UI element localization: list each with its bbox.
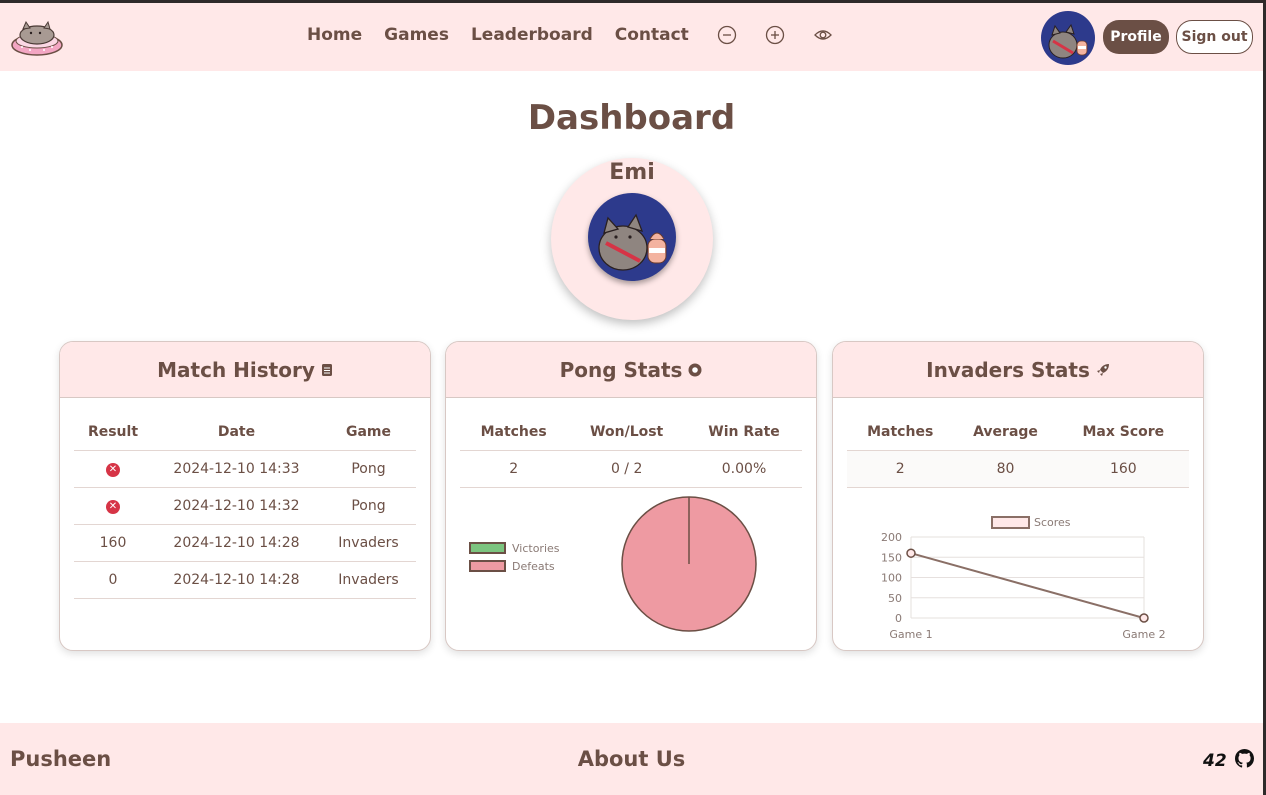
match-history-card: Match History Result Date Game ✕ 2024-12… bbox=[59, 341, 431, 651]
column-header-average: Average bbox=[953, 414, 1058, 451]
legend-label-victories: Victories bbox=[512, 541, 560, 555]
pong-stats-card: Pong Stats Matches Won/Lost Win Rate 2 0… bbox=[445, 341, 817, 651]
nav-links: Home Games Leaderboard Contact bbox=[307, 25, 833, 45]
github-icon[interactable] bbox=[1234, 749, 1254, 772]
won-lost-value: 0 / 2 bbox=[567, 450, 687, 488]
table-header-row: Matches Won/Lost Win Rate bbox=[460, 414, 802, 451]
date-cell: 2024-12-10 14:33 bbox=[152, 450, 321, 488]
column-header-date: Date bbox=[152, 414, 321, 451]
profile-button[interactable]: Profile bbox=[1103, 20, 1169, 54]
invaders-stats-table: Matches Average Max Score 2 80 160 bbox=[847, 414, 1189, 488]
data-point bbox=[1139, 612, 1149, 623]
nav-link-leaderboard[interactable]: Leaderboard bbox=[471, 25, 593, 45]
table-header-row: Matches Average Max Score bbox=[847, 414, 1189, 451]
footer-about-link[interactable]: About Us bbox=[0, 747, 1263, 771]
sign-out-button[interactable]: Sign out bbox=[1176, 20, 1253, 54]
date-cell: 2024-12-10 14:28 bbox=[152, 524, 321, 562]
win-rate-value: 0.00% bbox=[686, 450, 802, 488]
zoom-in-icon[interactable] bbox=[765, 25, 785, 45]
fail-icon: ✕ bbox=[106, 500, 120, 514]
navbar: Home Games Leaderboard Contact Profile S… bbox=[0, 3, 1263, 71]
legend-label-scores: Scores bbox=[1034, 516, 1071, 529]
invaders-stats-title: Invaders Stats bbox=[926, 357, 1090, 382]
table-row: 2 0 / 2 0.00% bbox=[460, 450, 802, 488]
42-logo-icon[interactable]: 42 bbox=[1203, 751, 1227, 771]
game-cell: Pong bbox=[321, 487, 416, 525]
table-row: 2 80 160 bbox=[847, 450, 1189, 488]
profile-username: Emi bbox=[609, 160, 655, 185]
fail-icon: ✕ bbox=[106, 463, 120, 477]
matches-value: 2 bbox=[460, 450, 568, 488]
y-tick-label: 50 bbox=[888, 591, 902, 604]
result-cell: ✕ bbox=[74, 487, 152, 525]
user-avatar[interactable] bbox=[1041, 11, 1095, 65]
column-header-win-rate: Win Rate bbox=[686, 414, 802, 451]
footer-icons: 42 bbox=[1203, 749, 1254, 772]
legend-swatch-scores bbox=[991, 515, 1030, 529]
data-point bbox=[906, 547, 916, 558]
x-tick-label: Game 1 bbox=[889, 628, 932, 641]
max-score-value: 160 bbox=[1057, 450, 1189, 488]
series-line-scores bbox=[910, 551, 1145, 619]
zoom-out-icon[interactable] bbox=[717, 25, 737, 45]
match-history-title: Match History bbox=[157, 357, 315, 382]
table-row: 0 2024-12-10 14:28 Invaders bbox=[74, 561, 416, 599]
legend-item-defeats[interactable]: Defeats bbox=[469, 560, 560, 573]
rocket-icon bbox=[1096, 358, 1110, 382]
page-title: Dashboard bbox=[527, 98, 736, 138]
pusheen-logo-icon[interactable] bbox=[10, 17, 64, 57]
matches-value: 2 bbox=[847, 450, 954, 488]
scores-line-chart: Scores 0 50 100 150 200 Game 1 Game 2 bbox=[881, 515, 1166, 641]
column-header-game: Game bbox=[321, 414, 416, 451]
match-history-header: Match History bbox=[60, 342, 430, 398]
column-header-max-score: Max Score bbox=[1057, 414, 1189, 451]
legend-label-defeats: Defeats bbox=[512, 559, 555, 573]
pong-stats-table: Matches Won/Lost Win Rate 2 0 / 2 0.00% bbox=[460, 414, 802, 488]
footer: Pusheen About Us 42 bbox=[0, 723, 1263, 795]
y-tick-label: 100 bbox=[881, 571, 902, 584]
pong-stats-header: Pong Stats bbox=[446, 342, 816, 398]
match-history-table: Result Date Game ✕ 2024-12-10 14:33 Pong… bbox=[74, 414, 416, 599]
pie-svg bbox=[621, 495, 757, 632]
game-cell: Pong bbox=[321, 450, 416, 488]
y-tick-label: 150 bbox=[881, 551, 902, 564]
legend-swatch-defeats bbox=[469, 560, 506, 572]
average-value: 80 bbox=[953, 450, 1058, 488]
result-cell: 0 bbox=[74, 561, 152, 599]
nav-link-games[interactable]: Games bbox=[384, 25, 449, 45]
y-tick-label: 0 bbox=[895, 612, 902, 625]
document-icon bbox=[321, 358, 333, 382]
game-cell: Invaders bbox=[321, 561, 416, 599]
table-row: 160 2024-12-10 14:28 Invaders bbox=[74, 524, 416, 562]
invaders-stats-card: Invaders Stats Matches Average Max Score… bbox=[832, 341, 1204, 651]
game-cell: Invaders bbox=[321, 524, 416, 562]
result-cell: 160 bbox=[74, 524, 152, 562]
table-row: ✕ 2024-12-10 14:32 Pong bbox=[74, 487, 416, 525]
y-tick-label: 200 bbox=[881, 531, 902, 544]
table-header-row: Result Date Game bbox=[74, 414, 416, 451]
profile-avatar bbox=[588, 193, 676, 281]
result-cell: ✕ bbox=[74, 450, 152, 488]
date-cell: 2024-12-10 14:28 bbox=[152, 561, 321, 599]
pong-stats-title: Pong Stats bbox=[559, 357, 683, 382]
pong-pie-chart: Victories Defeats bbox=[460, 488, 802, 648]
eye-icon[interactable] bbox=[813, 25, 833, 45]
ball-icon bbox=[688, 358, 702, 382]
column-header-result: Result bbox=[74, 414, 152, 451]
x-tick-label: Game 2 bbox=[1122, 628, 1165, 641]
nav-link-contact[interactable]: Contact bbox=[615, 25, 689, 45]
invaders-stats-header: Invaders Stats bbox=[833, 342, 1203, 398]
column-header-matches: Matches bbox=[460, 414, 568, 451]
date-cell: 2024-12-10 14:32 bbox=[152, 487, 321, 525]
legend-swatch-victories bbox=[469, 542, 506, 554]
pie-legend: Victories Defeats bbox=[469, 542, 560, 578]
legend-item-victories[interactable]: Victories bbox=[469, 542, 560, 555]
profile-card: Emi bbox=[551, 158, 713, 320]
nav-link-home[interactable]: Home bbox=[307, 25, 362, 45]
column-header-matches: Matches bbox=[847, 414, 954, 451]
table-row: ✕ 2024-12-10 14:33 Pong bbox=[74, 450, 416, 488]
column-header-won-lost: Won/Lost bbox=[567, 414, 687, 451]
